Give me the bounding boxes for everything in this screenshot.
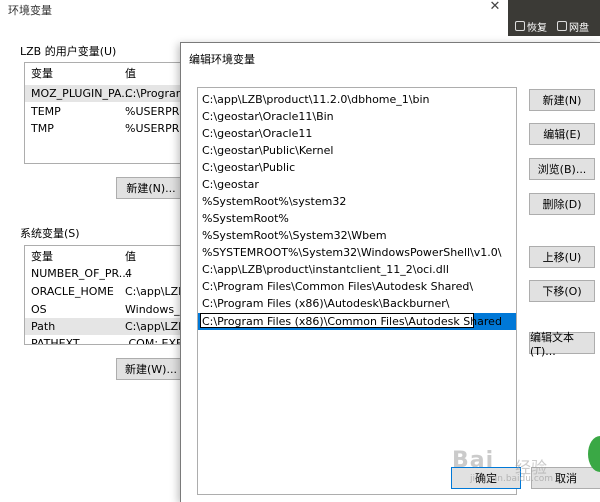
path-edit-text: C:\Program Files (x86)\Common Files\Auto… — [202, 315, 502, 328]
sys-vars-list[interactable]: 变量 值 NUMBER_OF_PR... 4 ORACLE_HOME C:\ap… — [24, 245, 186, 345]
dialog-title: 编辑环境变量 — [189, 53, 255, 66]
list-item[interactable]: %SystemRoot%\System32\Wbem — [198, 227, 516, 244]
table-row[interactable]: Path C:\app\LZB\ — [25, 318, 185, 335]
row-variable: MOZ_PLUGIN_PA... — [31, 87, 132, 100]
path-text: C:\app\LZB\product\11.2.0\dbhome_1\bin — [202, 93, 430, 106]
header-variable: 变量 — [31, 250, 53, 263]
list-item[interactable]: C:\geostar\Oracle11\Bin — [198, 108, 516, 125]
edit-text-button[interactable]: 编辑文本(T)... — [529, 331, 595, 358]
restore-button[interactable]: 恢复 — [512, 19, 550, 34]
path-list[interactable]: C:\app\LZB\product\11.2.0\dbhome_1\bin C… — [197, 87, 517, 495]
row-variable: OS — [31, 303, 47, 316]
table-row[interactable]: NUMBER_OF_PR... 4 — [25, 265, 185, 282]
row-value: C:\app\LZB\ — [125, 320, 186, 333]
path-text: %SYSTEMROOT%\System32\WindowsPowerShell\… — [202, 246, 502, 259]
path-text: C:\app\LZB\product\instantclient_11_2\oc… — [202, 263, 449, 276]
header-value: 值 — [125, 250, 136, 263]
row-value: Windows_N — [125, 303, 186, 316]
list-item[interactable]: %SYSTEMROOT%\System32\WindowsPowerShell\… — [198, 244, 516, 261]
row-value: C:\app\LZB\ — [125, 285, 186, 298]
path-text: C:\geostar — [202, 178, 259, 191]
list-item[interactable]: C:\geostar\Public\Kernel — [198, 142, 516, 159]
restore-label: 恢复 — [527, 22, 547, 34]
path-text: C:\geostar\Public\Kernel — [202, 144, 334, 157]
row-value: .COM;.EXE; — [125, 337, 186, 345]
user-vars-list[interactable]: 变量 值 MOZ_PLUGIN_PA... C:\Program TEMP %U… — [24, 62, 186, 164]
table-row[interactable]: TEMP %USERPRO — [25, 103, 185, 120]
row-variable: NUMBER_OF_PR... — [31, 267, 130, 280]
browse-button[interactable]: 浏览(B)... — [529, 158, 595, 180]
path-text: %SystemRoot%\system32 — [202, 195, 347, 208]
path-edit-field[interactable]: C:\Program Files (x86)\Common Files\Auto… — [200, 313, 502, 328]
move-up-button[interactable]: 上移(U) — [529, 246, 595, 268]
list-item[interactable]: C:\Program Files\Common Files\Autodesk S… — [198, 278, 516, 295]
list-header: 变量 值 — [25, 246, 185, 263]
table-row[interactable]: TMP %USERPRO — [25, 120, 185, 137]
header-variable: 变量 — [31, 67, 53, 80]
list-item[interactable]: C:\geostar\Oracle11 — [198, 125, 516, 142]
watermark-url: jingyan.baidu.com — [470, 474, 554, 484]
move-down-button[interactable]: 下移(O) — [529, 280, 595, 302]
row-value: 4 — [125, 267, 132, 280]
edit-env-var-dialog: 编辑环境变量 C:\app\LZB\product\11.2.0\dbhome_… — [180, 42, 600, 502]
list-item[interactable]: C:\geostar — [198, 176, 516, 193]
close-icon[interactable]: ✕ — [488, 0, 502, 14]
list-item-editing[interactable]: C:\Program Files (x86)\Common Files\Auto… — [198, 313, 516, 330]
path-text: C:\geostar\Oracle11 — [202, 127, 313, 140]
path-text: C:\geostar\Oracle11\Bin — [202, 110, 334, 123]
row-value: %USERPRO — [125, 122, 186, 135]
list-header: 变量 值 — [25, 63, 185, 80]
list-item[interactable]: C:\app\LZB\product\instantclient_11_2\oc… — [198, 261, 516, 278]
list-item[interactable]: %SystemRoot% — [198, 210, 516, 227]
path-text: C:\geostar\Public — [202, 161, 296, 174]
list-item[interactable]: C:\Program Files (x86)\Autodesk\Backburn… — [198, 295, 516, 312]
row-variable: TEMP — [31, 105, 61, 118]
delete-button[interactable]: 删除(D) — [529, 193, 595, 215]
sys-vars-label: 系统变量(S) — [20, 227, 80, 240]
window-title: 环境变量 — [8, 4, 52, 17]
user-vars-label: LZB 的用户变量(U) — [20, 45, 117, 58]
restore-icon — [515, 21, 525, 31]
new-button[interactable]: 新建(N) — [529, 89, 595, 111]
path-text: C:\Program Files\Common Files\Autodesk S… — [202, 280, 474, 293]
watermark-brand: Bai — [452, 448, 495, 473]
list-item[interactable]: C:\app\LZB\product\11.2.0\dbhome_1\bin — [198, 91, 516, 108]
row-variable: ORACLE_HOME — [31, 285, 114, 298]
row-variable: Path — [31, 320, 56, 333]
path-text: %SystemRoot% — [202, 212, 289, 225]
row-value: %USERPRO — [125, 105, 186, 118]
path-text: %SystemRoot%\System32\Wbem — [202, 229, 387, 242]
row-variable: PATHEXT — [31, 337, 80, 345]
row-variable: TMP — [31, 122, 54, 135]
row-value: C:\Program — [125, 87, 186, 100]
edit-button[interactable]: 编辑(E) — [529, 123, 595, 145]
path-text: C:\Program Files (x86)\Autodesk\Backburn… — [202, 297, 450, 310]
user-new-button[interactable]: 新建(N)... — [116, 177, 186, 199]
table-row[interactable]: ORACLE_HOME C:\app\LZB\ — [25, 283, 185, 300]
list-item[interactable]: %SystemRoot%\system32 — [198, 193, 516, 210]
table-row[interactable]: PATHEXT .COM;.EXE; — [25, 335, 186, 345]
netdisk-icon — [557, 21, 567, 31]
netdisk-button[interactable]: 网盘 — [554, 19, 592, 34]
netdisk-label: 网盘 — [569, 22, 589, 34]
header-value: 值 — [125, 67, 136, 80]
list-item[interactable]: C:\geostar\Public — [198, 159, 516, 176]
sys-new-button[interactable]: 新建(W)... — [116, 358, 186, 380]
table-row[interactable]: OS Windows_N — [25, 301, 185, 318]
table-row[interactable]: MOZ_PLUGIN_PA... C:\Program — [25, 85, 185, 102]
